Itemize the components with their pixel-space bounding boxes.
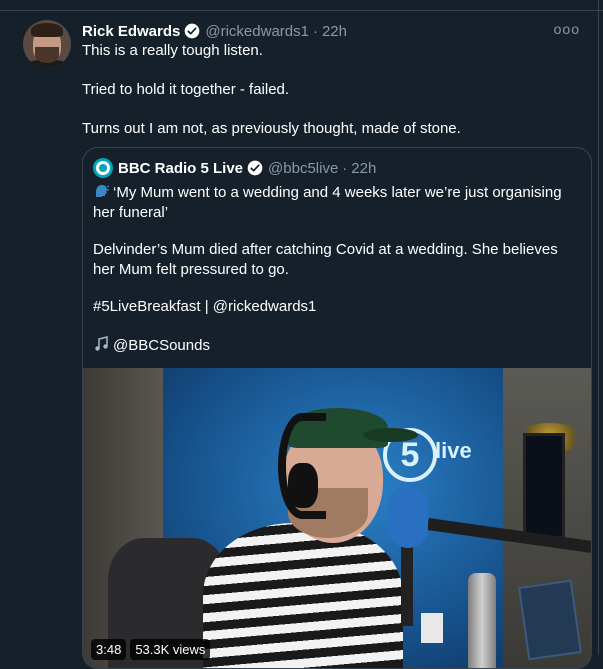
headphone-ear-cup: [288, 463, 318, 508]
quoted-author-name: BBC Radio 5 Live: [118, 159, 244, 177]
tweet-time[interactable]: 22h: [322, 23, 347, 40]
right-divider: [598, 0, 599, 655]
book: [518, 579, 582, 661]
tweet[interactable]: Rick Edwards @rickedwards1 · 22h ooo Thi…: [0, 11, 598, 669]
quoted-tweet[interactable]: BBC Radio 5 Live @bbc5live · 22h ‘My Mum…: [82, 147, 592, 669]
separator-dot: ·: [342, 159, 348, 177]
avatar-beard: [35, 47, 59, 63]
verified-icon: [247, 160, 263, 176]
video-badges: 3:48 53.3K views: [91, 639, 211, 660]
tweet-text-line: This is a really tough listen.: [82, 42, 263, 59]
more-icon[interactable]: ooo: [554, 21, 580, 37]
bbc-sounds-link[interactable]: @BBCSounds: [113, 337, 210, 354]
cup: [421, 613, 443, 643]
author-handle[interactable]: @rickedwards1: [205, 23, 309, 40]
microphone: [388, 486, 428, 548]
speaking-head-icon: [96, 185, 109, 197]
quoted-tweet-header: BBC Radio 5 Live @bbc5live · 22h: [93, 158, 376, 178]
top-divider: [0, 0, 603, 11]
station-logo-word: live: [435, 438, 472, 463]
verified-icon: [185, 23, 200, 39]
presenter-shirt: [203, 523, 403, 668]
quoted-text-line: @BBCSounds: [93, 336, 583, 356]
tweet-header: Rick Edwards @rickedwards1 · 22h: [82, 21, 347, 41]
water-bottle: [468, 573, 496, 668]
mic-stand: [401, 546, 413, 626]
avatar[interactable]: [23, 20, 71, 68]
avatar-hair: [31, 23, 63, 37]
quoted-time: 22h: [351, 159, 377, 177]
tweet-text-line: Tried to hold it together - failed.: [82, 81, 290, 98]
quoted-author-handle: @bbc5live: [268, 159, 339, 177]
video-player[interactable]: 5 live 3:48 53.3K views: [83, 368, 591, 668]
quoted-text-line: Delvinder’s Mum died after catching Covi…: [93, 241, 558, 278]
separator-dot: ·: [312, 22, 318, 40]
video-views: 53.3K views: [130, 639, 211, 660]
tweet-text-line: Turns out I am not, as previously though…: [82, 120, 461, 137]
quote-headline: ‘My Mum went to a wedding and 4 weeks la…: [93, 184, 562, 221]
quoted-text-line: ‘My Mum went to a wedding and 4 weeks la…: [93, 183, 583, 223]
video-duration: 3:48: [91, 639, 127, 660]
studio-monitor: [523, 433, 565, 539]
quoted-avatar: [93, 158, 113, 178]
quoted-text-line[interactable]: #5LiveBreakfast | @rickedwards1: [93, 297, 583, 317]
music-note-icon: [95, 336, 108, 351]
author-name[interactable]: Rick Edwards: [82, 23, 180, 40]
presenter-cap-brim: [363, 428, 418, 442]
